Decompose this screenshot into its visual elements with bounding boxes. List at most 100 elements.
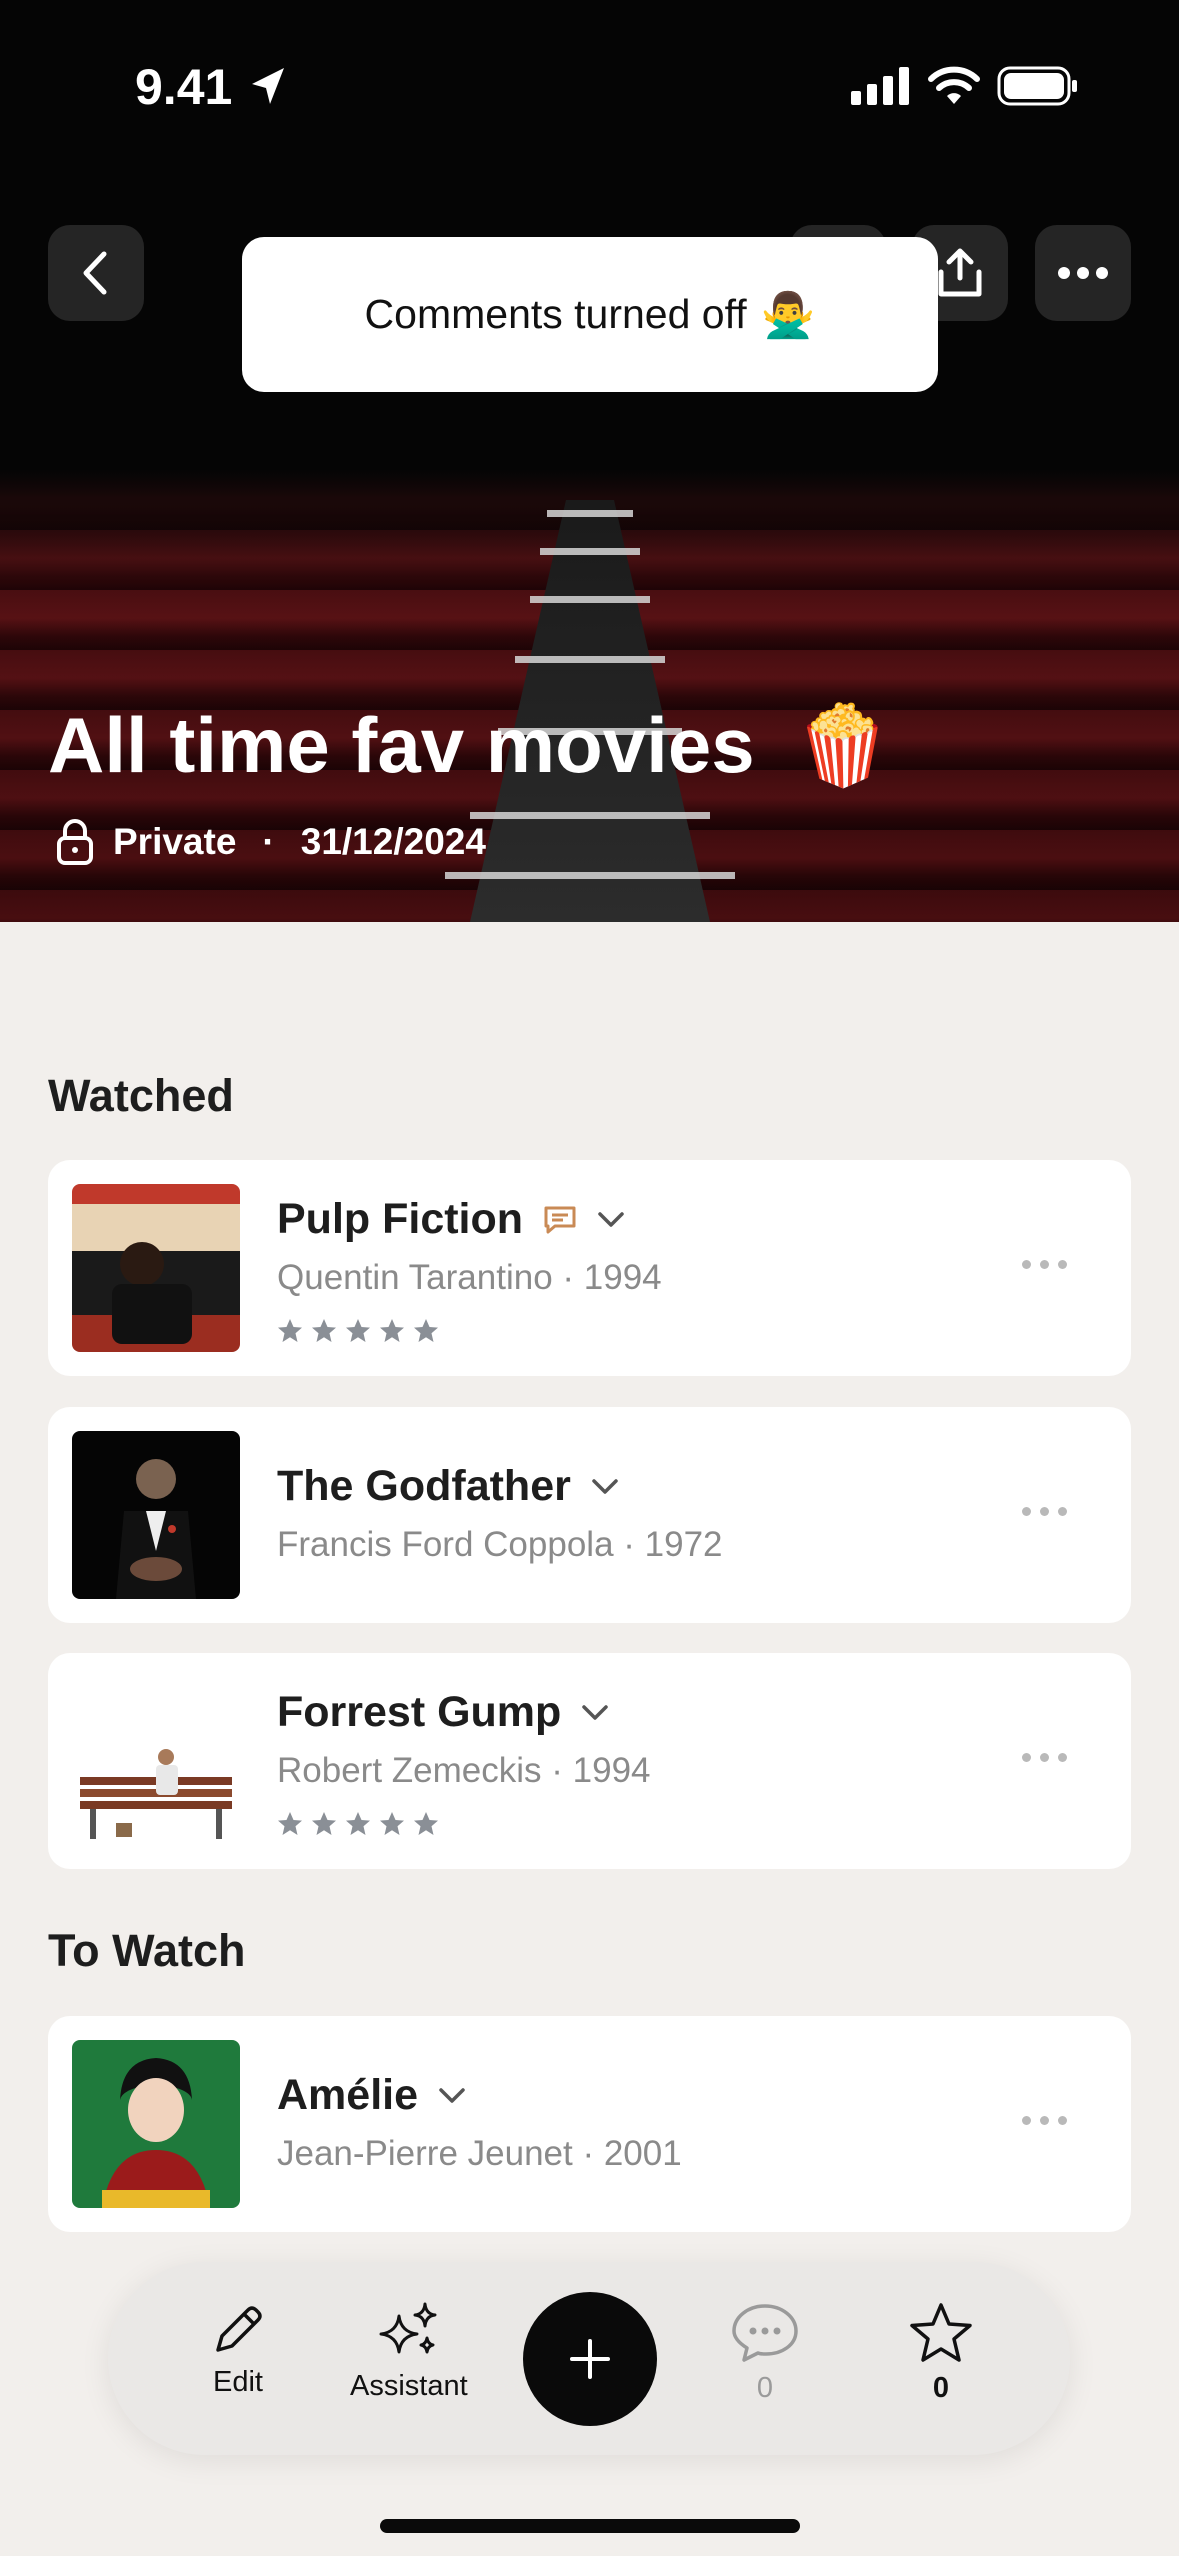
signal-icon [851,67,909,105]
home-indicator [380,2519,800,2533]
movie-subtitle: Francis Ford Coppola · 1972 [277,1525,723,1565]
item-more-button[interactable] [1022,1260,1067,1269]
battery-icon [997,66,1077,106]
pencil-icon [216,2306,262,2352]
list-meta: Private · 31/12/2024 [55,818,486,866]
subtitle-separator: · [552,1258,584,1297]
aisle-step [515,656,665,663]
add-item-button[interactable] [523,2292,657,2426]
aisle-step [540,548,640,555]
movie-director: Quentin Tarantino [277,1258,553,1297]
wifi-icon [928,66,980,104]
subtitle-separator: · [541,1751,573,1790]
share-icon [938,248,982,297]
no-gesture-emoji: 🙅‍♂️ [760,290,816,340]
toast-notification: Comments turned off 🙅‍♂️ [242,237,938,392]
comment-note-icon[interactable] [543,1205,577,1235]
star-outline-icon [910,2303,972,2362]
movie-title: Pulp Fiction [277,1195,524,1243]
toast-text: Comments turned off [364,291,747,337]
popcorn-emoji: 🍿 [794,701,892,789]
subtitle-separator: · [572,2134,604,2173]
assistant-label: Assistant [350,2370,468,2402]
star-rating[interactable] [277,1811,439,1837]
item-more-button[interactable] [1022,1507,1067,1516]
back-button[interactable] [48,225,144,321]
movie-card[interactable]: Forrest Gump Robert Zemeckis · 1994 [48,1653,1131,1869]
chevron-down-icon[interactable] [597,1211,625,1229]
movie-poster [72,1431,240,1599]
plus-icon [570,2339,610,2379]
movie-title: Amélie [277,2071,419,2119]
section-title-watched: Watched [48,1070,234,1121]
movie-year: 1994 [583,1258,662,1297]
stars-count: 0 [932,2372,950,2404]
speech-bubble-icon [732,2304,798,2362]
star-filled-icon [414,1319,438,1342]
movie-card[interactable]: Pulp Fiction Quentin Tarantino · 1994 [48,1160,1131,1376]
item-more-button[interactable] [1022,2116,1067,2125]
star-filled-icon [380,1319,404,1342]
comments-count: 0 [756,2372,774,2404]
movie-director: Francis Ford Coppola [277,1525,614,1564]
star-filled-icon [346,1319,370,1342]
star-filled-icon [278,1319,302,1342]
movie-poster [72,1184,240,1352]
hero-header: 9.41 [0,0,1179,922]
movie-subtitle: Robert Zemeckis · 1994 [277,1751,651,1791]
movie-title-row: Forrest Gump [277,1688,609,1737]
star-button[interactable]: 0 [908,2302,974,2405]
edit-button[interactable]: Edit [208,2302,268,2399]
item-more-button[interactable] [1022,1753,1067,1762]
movie-poster [72,2040,240,2208]
meta-separator: · [262,821,275,862]
chevron-left-icon [83,251,107,295]
star-filled-icon [278,1812,302,1835]
bottom-action-bar: Edit Assistant 0 0 [108,2262,1070,2455]
star-filled-icon [312,1319,336,1342]
chevron-down-icon[interactable] [438,2087,466,2105]
movie-director: Jean-Pierre Jeunet [277,2134,573,2173]
movie-title: Forrest Gump [277,1688,562,1736]
star-filled-icon [346,1812,370,1835]
movie-director: Robert Zemeckis [277,1751,542,1790]
movie-subtitle: Quentin Tarantino · 1994 [277,1258,662,1298]
aisle-step [530,596,650,603]
aisle-step [547,510,633,517]
movie-year: 1994 [572,1751,651,1790]
chevron-down-icon[interactable] [581,1704,609,1722]
edit-label: Edit [213,2366,263,2398]
aisle-step [470,812,710,819]
more-options-button[interactable] [1035,225,1131,321]
movie-poster [72,1677,240,1845]
movie-title-row: Pulp Fiction [277,1195,625,1244]
list-title-text: All time fav movies [48,701,755,789]
movie-year: 2001 [603,2134,682,2173]
sparkles-icon [379,2302,437,2354]
lock-icon [57,819,93,865]
star-filled-icon [414,1812,438,1835]
status-icons [851,66,1079,106]
movie-title: The Godfather [277,1462,571,1510]
list-title: All time fav movies 🍿 [48,700,891,792]
location-arrow-icon [252,68,284,104]
privacy-label: Private [113,821,237,862]
star-filled-icon [380,1812,404,1835]
assistant-button[interactable]: Assistant [350,2302,468,2403]
comments-button[interactable]: 0 [730,2302,800,2405]
movie-title-row: The Godfather [277,1462,619,1511]
star-rating[interactable] [277,1318,439,1344]
movie-subtitle: Jean-Pierre Jeunet · 2001 [277,2134,682,2174]
aisle-step [445,872,735,879]
chevron-down-icon[interactable] [591,1478,619,1496]
movie-title-row: Amélie [277,2071,466,2120]
section-title-to-watch: To Watch [48,1925,246,1976]
subtitle-separator: · [613,1525,645,1564]
star-filled-icon [312,1812,336,1835]
movie-card[interactable]: Amélie Jean-Pierre Jeunet · 2001 [48,2016,1131,2232]
status-time: 9.41 [135,59,233,115]
ellipsis-icon [1058,267,1108,279]
movie-year: 1972 [644,1525,723,1564]
movie-card[interactable]: The Godfather Francis Ford Coppola · 197… [48,1407,1131,1623]
list-date: 31/12/2024 [300,821,486,862]
